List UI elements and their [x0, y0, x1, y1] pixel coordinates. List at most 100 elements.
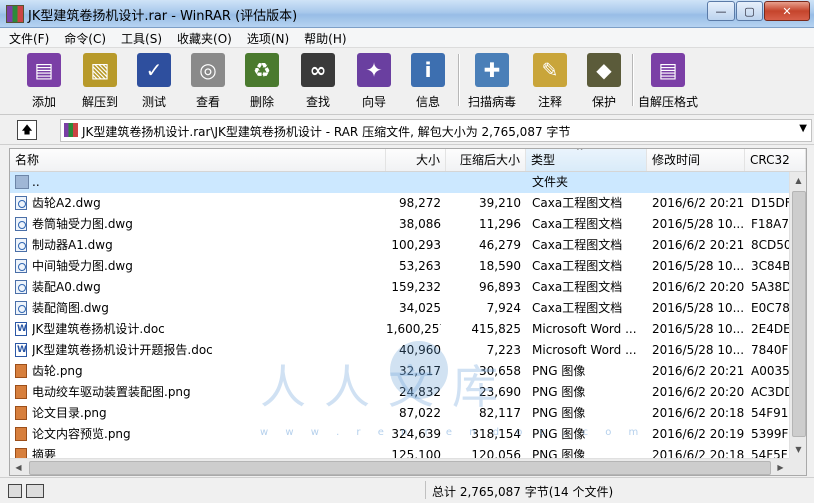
scroll-left-arrow-icon[interactable]: ◀ — [10, 459, 27, 475]
winrar-app-icon[interactable] — [6, 5, 24, 23]
file-name: 装配A0.dwg — [32, 280, 101, 294]
dwg-file-icon — [15, 238, 27, 252]
horizontal-scroll-thumb[interactable] — [29, 461, 771, 475]
file-modified: 2016/6/2 20:21 — [652, 364, 744, 378]
folder-file-icon — [15, 175, 29, 189]
scroll-down-arrow-icon[interactable]: ▼ — [790, 441, 806, 458]
address-dropdown-icon[interactable]: ▼ — [799, 123, 807, 134]
file-size: 38,086 — [399, 217, 441, 231]
png-file-icon — [15, 364, 27, 378]
vertical-scroll-thumb[interactable] — [792, 191, 806, 437]
column-modified[interactable]: 修改时间 — [647, 149, 745, 171]
protect-shield-icon: ◆ — [587, 53, 621, 87]
toolbar-button-label: 删除 — [249, 95, 274, 109]
address-field[interactable]: JK型建筑卷扬机设计.rar\JK型建筑卷扬机设计 - RAR 压缩文件, 解包… — [60, 119, 812, 142]
file-list: 名称 大小 压缩后大小 类型 ^ 修改时间 CRC32 .. 文件夹 齿轮A2.dw… — [9, 148, 807, 476]
file-size: 324,639 — [391, 427, 441, 441]
dwg-file-icon — [15, 280, 27, 294]
file-row[interactable]: 电动绞车驱动装置装配图.png 24,832 23,690 PNG 图像 2016/6/… — [10, 382, 789, 403]
delete-icon: ♻ — [245, 53, 279, 87]
file-row[interactable]: 中间轴受力图.dwg 53,263 18,590 Caxa工程图文档 2016/5/28… — [10, 256, 789, 277]
toolbar-button-1[interactable]: ▧ 解压到 — [74, 51, 126, 109]
column-type[interactable]: 类型 ^ — [526, 149, 647, 171]
up-one-level-button[interactable]: 🡅 — [17, 120, 37, 140]
status-bar: 总计 2,765,087 字节(14 个文件) — [0, 477, 814, 503]
sfx-icon: ▤ — [651, 53, 685, 87]
toolbar-button-0[interactable]: ▤ 添加 — [18, 51, 70, 109]
file-type: Caxa工程图文档 — [532, 259, 623, 273]
file-packed — [446, 172, 521, 193]
vertical-scrollbar[interactable]: ▲ ▼ — [789, 172, 806, 458]
file-modified: 2016/5/28 10... — [652, 259, 744, 273]
minimize-button[interactable]: — — [707, 1, 735, 21]
file-row[interactable]: 装配简图.dwg 34,025 7,924 Caxa工程图文档 2016/5/28 10… — [10, 298, 789, 319]
file-type: Caxa工程图文档 — [532, 238, 623, 252]
file-row[interactable]: 齿轮.png 32,617 30,658 PNG 图像 2016/6/2 20:21 A0… — [10, 361, 789, 382]
file-row[interactable]: 论文内容预览.png 324,639 318,154 PNG 图像 2016/6/2 2… — [10, 424, 789, 445]
file-crc: 2E4DE — [751, 322, 789, 336]
file-size: 32,617 — [399, 364, 441, 378]
toolbar-button-6[interactable]: ✦ 向导 — [348, 51, 400, 109]
toolbar-button-7[interactable]: i 信息 — [402, 51, 454, 109]
file-row[interactable]: .. 文件夹 — [10, 172, 789, 193]
drive-icon[interactable] — [8, 484, 22, 498]
file-row[interactable]: JK型建筑卷扬机设计.doc 1,600,257 415,825 Microsoft … — [10, 319, 789, 340]
file-name: 卷筒轴受力图.dwg — [32, 217, 133, 231]
toolbar-button-3[interactable]: ◎ 查看 — [182, 51, 234, 109]
column-crc[interactable]: CRC32 — [745, 149, 806, 171]
menu-help[interactable]: 帮助(H) — [295, 28, 352, 47]
toolbar-button-label: 自解压格式 — [637, 95, 698, 109]
toolbar-button-8[interactable]: ✚ 扫描病毒 — [466, 51, 518, 109]
file-row[interactable]: 制动器A1.dwg 100,293 46,279 Caxa工程图文档 2016/6/2 … — [10, 235, 789, 256]
extract-folder-icon: ▧ — [83, 53, 117, 87]
dwg-file-icon — [15, 259, 27, 273]
scan-virus-icon: ✚ — [475, 53, 509, 87]
png-file-icon — [15, 385, 27, 399]
toolbar-button-label: 保护 — [591, 95, 616, 109]
file-type: Caxa工程图文档 — [532, 196, 623, 210]
file-crc: AC3DD — [751, 385, 789, 399]
file-packed: 11,296 — [479, 217, 521, 231]
file-modified: 2016/5/28 10... — [652, 301, 744, 315]
toolbar-button-5[interactable]: ∞ 查找 — [292, 51, 344, 109]
menu-favorites[interactable]: 收藏夹(O) — [168, 28, 238, 47]
file-crc: A0035 — [751, 364, 789, 378]
column-packed[interactable]: 压缩后大小 — [446, 149, 526, 171]
toolbar-button-2[interactable]: ✓ 测试 — [128, 51, 180, 109]
menu-tools[interactable]: 工具(S) — [112, 28, 168, 47]
toolbar-button-11[interactable]: ▤ 自解压格式 — [638, 51, 698, 109]
maximize-button[interactable]: ▢ — [736, 1, 763, 21]
file-modified: 2016/5/28 10... — [652, 343, 744, 357]
address-path: JK型建筑卷扬机设计.rar\JK型建筑卷扬机设计 - RAR 压缩文件, 解包… — [82, 125, 571, 139]
column-size[interactable]: 大小 — [386, 149, 446, 171]
scroll-up-arrow-icon[interactable]: ▲ — [790, 172, 806, 189]
key-icon[interactable] — [26, 484, 44, 498]
file-modified: 2016/6/2 20:18 — [652, 406, 744, 420]
dwg-file-icon — [15, 301, 27, 315]
file-packed: 7,924 — [486, 301, 521, 315]
toolbar-button-10[interactable]: ◆ 保护 — [578, 51, 630, 109]
column-name[interactable]: 名称 — [10, 149, 386, 171]
status-separator — [425, 481, 426, 499]
menu-commands[interactable]: 命令(C) — [55, 28, 112, 47]
file-row[interactable]: JK型建筑卷扬机设计开题报告.doc 40,960 7,223 Microsoft W… — [10, 340, 789, 361]
horizontal-scrollbar[interactable]: ◀ ▶ — [10, 458, 789, 475]
file-type: PNG 图像 — [532, 385, 586, 399]
close-button[interactable]: ✕ — [764, 1, 810, 21]
file-packed: 18,590 — [479, 259, 521, 273]
file-row[interactable]: 装配A0.dwg 159,232 96,893 Caxa工程图文档 2016/6/2 2… — [10, 277, 789, 298]
toolbar-button-4[interactable]: ♻ 删除 — [236, 51, 288, 109]
title-bar[interactable]: JK型建筑卷扬机设计.rar - WinRAR (评估版本) — ▢ ✕ — [0, 0, 814, 28]
file-row[interactable]: 论文目录.png 87,022 82,117 PNG 图像 2016/6/2 20:18… — [10, 403, 789, 424]
menu-file[interactable]: 文件(F) — [0, 28, 55, 47]
scroll-right-arrow-icon[interactable]: ▶ — [772, 459, 789, 475]
toolbar-button-9[interactable]: ✎ 注释 — [524, 51, 576, 109]
file-type: Microsoft Word ... — [532, 322, 637, 336]
file-size: 40,960 — [399, 343, 441, 357]
file-modified: 2016/6/2 20:21 — [652, 238, 744, 252]
file-row[interactable]: 齿轮A2.dwg 98,272 39,210 Caxa工程图文档 2016/6/2 20… — [10, 193, 789, 214]
file-size — [386, 172, 441, 193]
file-row[interactable]: 卷筒轴受力图.dwg 38,086 11,296 Caxa工程图文档 2016/5/28… — [10, 214, 789, 235]
file-name: 齿轮A2.dwg — [32, 196, 101, 210]
menu-options[interactable]: 选项(N) — [238, 28, 295, 47]
